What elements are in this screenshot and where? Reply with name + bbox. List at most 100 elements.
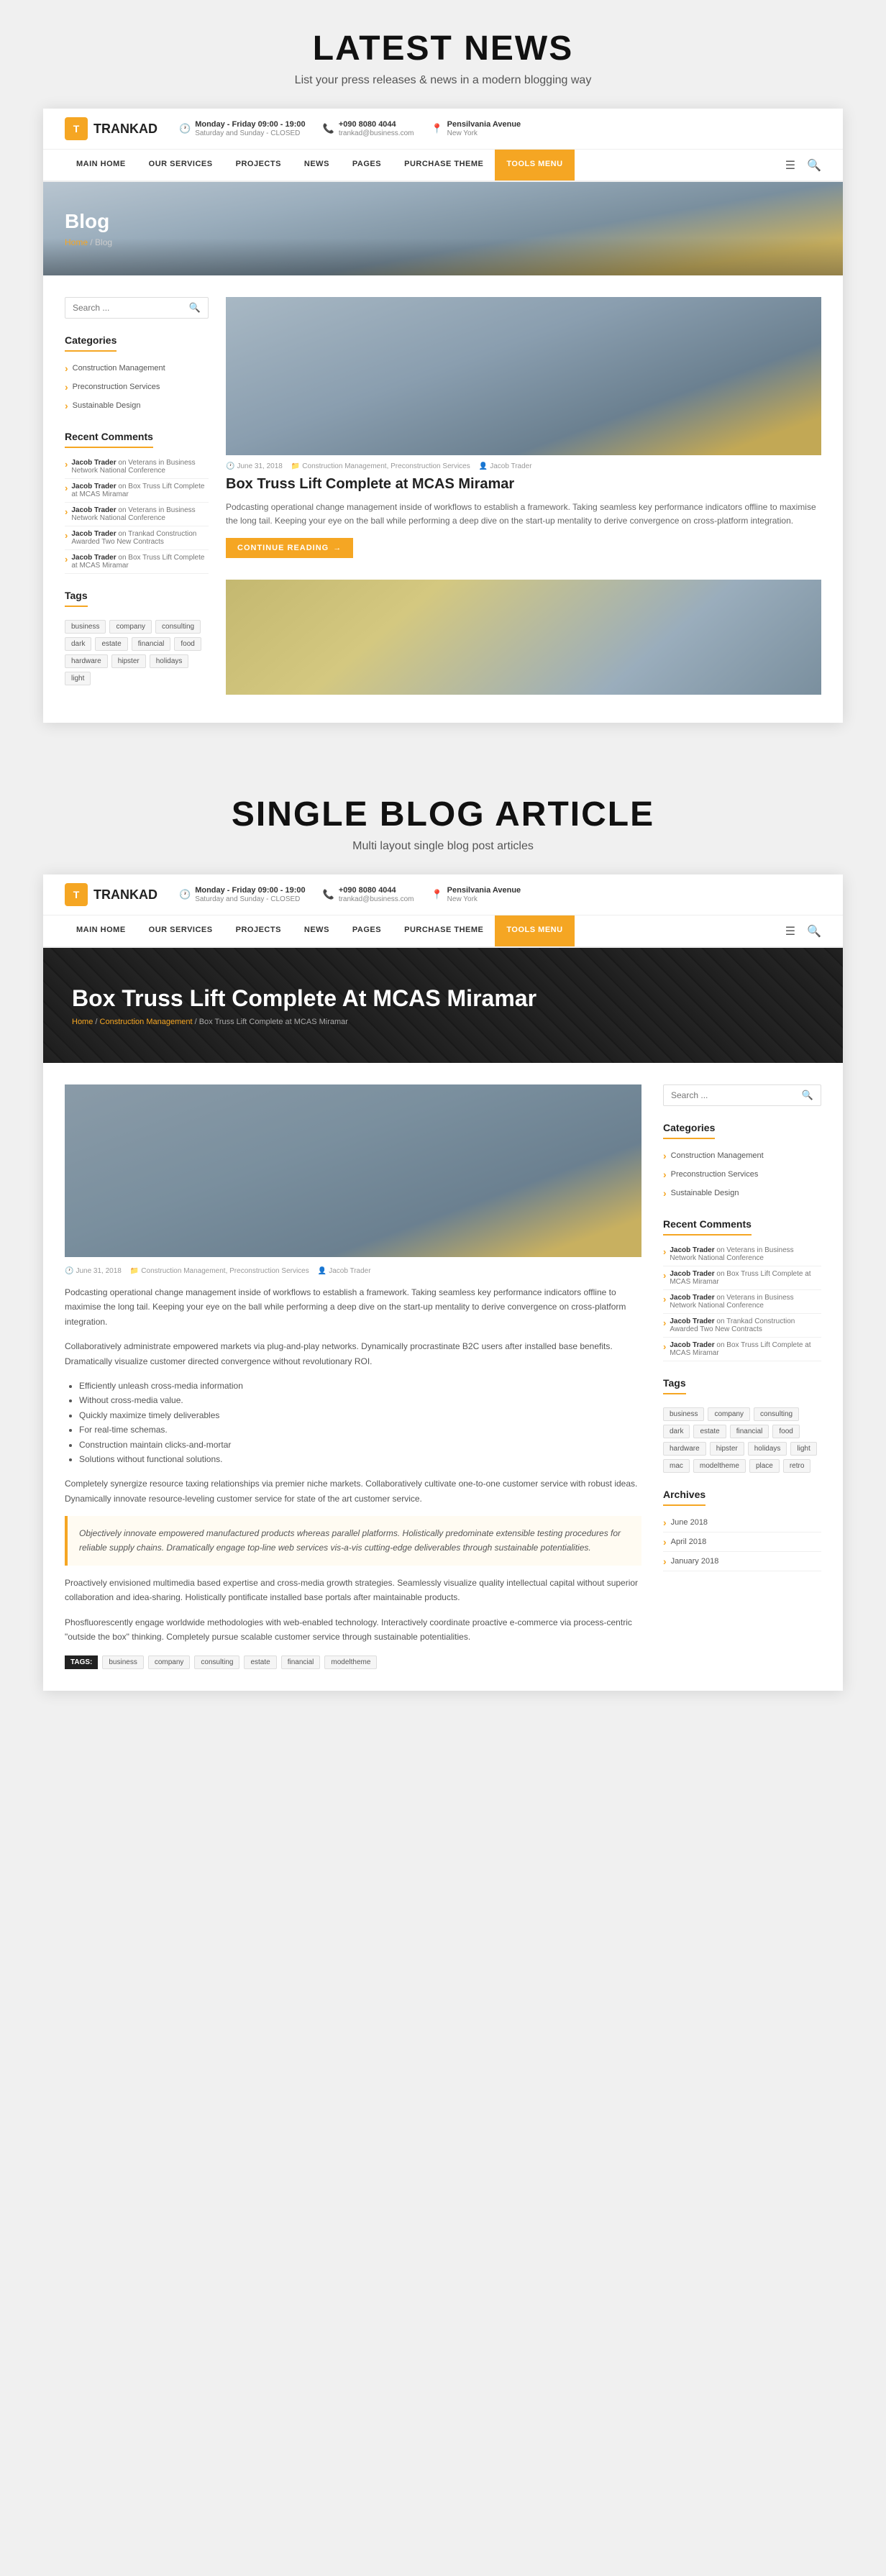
tag-business[interactable]: business bbox=[65, 620, 106, 634]
article-search-input[interactable] bbox=[671, 1090, 802, 1100]
tags-title: Tags bbox=[65, 590, 88, 607]
article-recent-comment-1[interactable]: Jacob Trader on Veterans in Business Net… bbox=[663, 1243, 821, 1266]
article-sidebar-search[interactable]: 🔍 bbox=[663, 1084, 821, 1106]
sidebar-search-box[interactable]: 🔍 bbox=[65, 297, 209, 319]
nav2-projects[interactable]: PROJECTS bbox=[224, 915, 293, 946]
article-category-1[interactable]: Construction Management bbox=[663, 1146, 821, 1165]
location-icon: 📍 bbox=[431, 123, 442, 134]
article-category-3[interactable]: Sustainable Design bbox=[663, 1184, 821, 1202]
nav-main-home[interactable]: MAIN HOME bbox=[65, 150, 137, 181]
blog-listing-card: T TRANKAD 🕐 Monday - Friday 09:00 - 19:0… bbox=[43, 109, 843, 723]
article-tag-1[interactable]: company bbox=[148, 1655, 191, 1669]
art-tag-3[interactable]: dark bbox=[663, 1425, 690, 1438]
nav-purchase-theme[interactable]: PURCHASE THEME bbox=[393, 150, 495, 181]
blog-main: 🕐 June 31, 2018 📁 Construction Managemen… bbox=[226, 297, 821, 701]
article-tag-0[interactable]: business bbox=[102, 1655, 143, 1669]
recent-comment-1[interactable]: Jacob Trader on Veterans in Business Net… bbox=[65, 455, 209, 479]
search-nav-icon[interactable]: 🔍 bbox=[807, 158, 821, 173]
article-tag-3[interactable]: estate bbox=[244, 1655, 276, 1669]
address-text-2: Pensilvania Avenue New York bbox=[447, 886, 521, 903]
tag-hardware[interactable]: hardware bbox=[65, 654, 108, 668]
nav2-our-services[interactable]: OUR SERVICES bbox=[137, 915, 224, 946]
art-tag-14[interactable]: retro bbox=[783, 1459, 811, 1473]
nav-tools-menu[interactable]: TOOLS MENU bbox=[495, 150, 574, 181]
archive-3[interactable]: January 2018 bbox=[663, 1552, 821, 1571]
blog-post-meta-1: 🕐 June 31, 2018 📁 Construction Managemen… bbox=[226, 462, 821, 470]
hours-text-2: Monday - Friday 09:00 - 19:00 Saturday a… bbox=[195, 886, 305, 903]
logo-icon: T bbox=[65, 117, 88, 140]
art-tag-6[interactable]: food bbox=[772, 1425, 799, 1438]
art-tag-13[interactable]: place bbox=[749, 1459, 780, 1473]
art-tag-4[interactable]: estate bbox=[693, 1425, 726, 1438]
recent-comment-5[interactable]: Jacob Trader on Box Truss Lift Complete … bbox=[65, 550, 209, 574]
tag-dark[interactable]: dark bbox=[65, 637, 91, 651]
nav2-main-home[interactable]: MAIN HOME bbox=[65, 915, 137, 946]
archive-2[interactable]: April 2018 bbox=[663, 1533, 821, 1552]
tag-company[interactable]: company bbox=[109, 620, 152, 634]
art-tag-0[interactable]: business bbox=[663, 1407, 704, 1421]
recent-comment-3[interactable]: Jacob Trader on Veterans in Business Net… bbox=[65, 503, 209, 526]
search-nav-icon-2[interactable]: 🔍 bbox=[807, 924, 821, 938]
article-recent-comment-4[interactable]: Jacob Trader on Trankad Construction Awa… bbox=[663, 1314, 821, 1338]
logo[interactable]: T TRANKAD bbox=[65, 117, 157, 140]
section1-subtitle: List your press releases & news in a mod… bbox=[14, 74, 872, 87]
continue-reading-btn[interactable]: CONTINUE READING bbox=[226, 538, 353, 558]
article-p2: Collaboratively administrate empowered m… bbox=[65, 1339, 641, 1369]
tag-estate[interactable]: estate bbox=[95, 637, 127, 651]
nav2-news[interactable]: NEWS bbox=[293, 915, 341, 946]
tag-financial[interactable]: financial bbox=[132, 637, 171, 651]
article-tags-title: Tags bbox=[663, 1377, 686, 1394]
article-category-2[interactable]: Preconstruction Services bbox=[663, 1165, 821, 1184]
nav-our-services[interactable]: OUR SERVICES bbox=[137, 150, 224, 181]
art-tag-7[interactable]: hardware bbox=[663, 1442, 706, 1456]
article-p1: Podcasting operational change management… bbox=[65, 1285, 641, 1329]
article-p5: Phosfluorescently engage worldwide metho… bbox=[65, 1615, 641, 1645]
tag-consulting[interactable]: consulting bbox=[155, 620, 201, 634]
tag-hipster[interactable]: hipster bbox=[111, 654, 146, 668]
logo-icon-2: T bbox=[65, 883, 88, 906]
menu-icon[interactable]: ☰ bbox=[785, 158, 795, 173]
menu-icon-2[interactable]: ☰ bbox=[785, 924, 795, 938]
art-tag-10[interactable]: light bbox=[790, 1442, 816, 1456]
article-recent-comment-5[interactable]: Jacob Trader on Box Truss Lift Complete … bbox=[663, 1338, 821, 1361]
tag-food[interactable]: food bbox=[174, 637, 201, 651]
hero2-breadcrumb: Home / Construction Management / Box Tru… bbox=[72, 1018, 814, 1026]
bullet-2: Without cross-media value. bbox=[79, 1393, 641, 1407]
art-tag-2[interactable]: consulting bbox=[754, 1407, 799, 1421]
phone-text-2: +090 8080 4044 trankad@business.com bbox=[339, 886, 414, 903]
article-tag-5[interactable]: modeltheme bbox=[324, 1655, 377, 1669]
category-item-1[interactable]: Construction Management bbox=[65, 359, 209, 378]
article-recent-comment-2[interactable]: Jacob Trader on Box Truss Lift Complete … bbox=[663, 1266, 821, 1290]
nav-projects[interactable]: PROJECTS bbox=[224, 150, 293, 181]
art-tag-12[interactable]: modeltheme bbox=[693, 1459, 746, 1473]
blog-post-title-1[interactable]: Box Truss Lift Complete at MCAS Miramar bbox=[226, 475, 821, 493]
tag-holidays[interactable]: holidays bbox=[150, 654, 189, 668]
category-item-2[interactable]: Preconstruction Services bbox=[65, 378, 209, 396]
recent-comment-4[interactable]: Jacob Trader on Trankad Construction Awa… bbox=[65, 526, 209, 550]
article-blockquote: Objectively innovate empowered manufactu… bbox=[65, 1516, 641, 1566]
art-tag-8[interactable]: hipster bbox=[710, 1442, 744, 1456]
nav2-pages[interactable]: PAGES bbox=[341, 915, 393, 946]
recent-comment-2[interactable]: Jacob Trader on Box Truss Lift Complete … bbox=[65, 479, 209, 503]
section1-header: LATEST NEWS List your press releases & n… bbox=[0, 0, 886, 109]
article-recent-comment-3[interactable]: Jacob Trader on Veterans in Business Net… bbox=[663, 1290, 821, 1314]
art-tag-11[interactable]: mac bbox=[663, 1459, 690, 1473]
logo-2[interactable]: T TRANKAD bbox=[65, 883, 157, 906]
category-item-3[interactable]: Sustainable Design bbox=[65, 396, 209, 415]
search-input[interactable] bbox=[73, 303, 189, 313]
nav-news[interactable]: NEWS bbox=[293, 150, 341, 181]
article-tag-2[interactable]: consulting bbox=[194, 1655, 239, 1669]
nav-icons: ☰ 🔍 bbox=[785, 158, 821, 173]
tag-light[interactable]: light bbox=[65, 672, 91, 685]
art-tag-1[interactable]: company bbox=[708, 1407, 750, 1421]
single-article-card: T TRANKAD 🕐 Monday - Friday 09:00 - 19:0… bbox=[43, 874, 843, 1691]
nav2-tools-menu[interactable]: TOOLS MENU bbox=[495, 915, 574, 946]
blog-post-card-2 bbox=[226, 580, 821, 695]
art-tag-5[interactable]: financial bbox=[730, 1425, 769, 1438]
art-tag-9[interactable]: holidays bbox=[748, 1442, 787, 1456]
nav-pages[interactable]: PAGES bbox=[341, 150, 393, 181]
section2-title: SINGLE BLOG ARTICLE bbox=[14, 795, 872, 834]
article-tag-4[interactable]: financial bbox=[281, 1655, 321, 1669]
nav2-purchase-theme[interactable]: PURCHASE THEME bbox=[393, 915, 495, 946]
archive-1[interactable]: June 2018 bbox=[663, 1513, 821, 1533]
